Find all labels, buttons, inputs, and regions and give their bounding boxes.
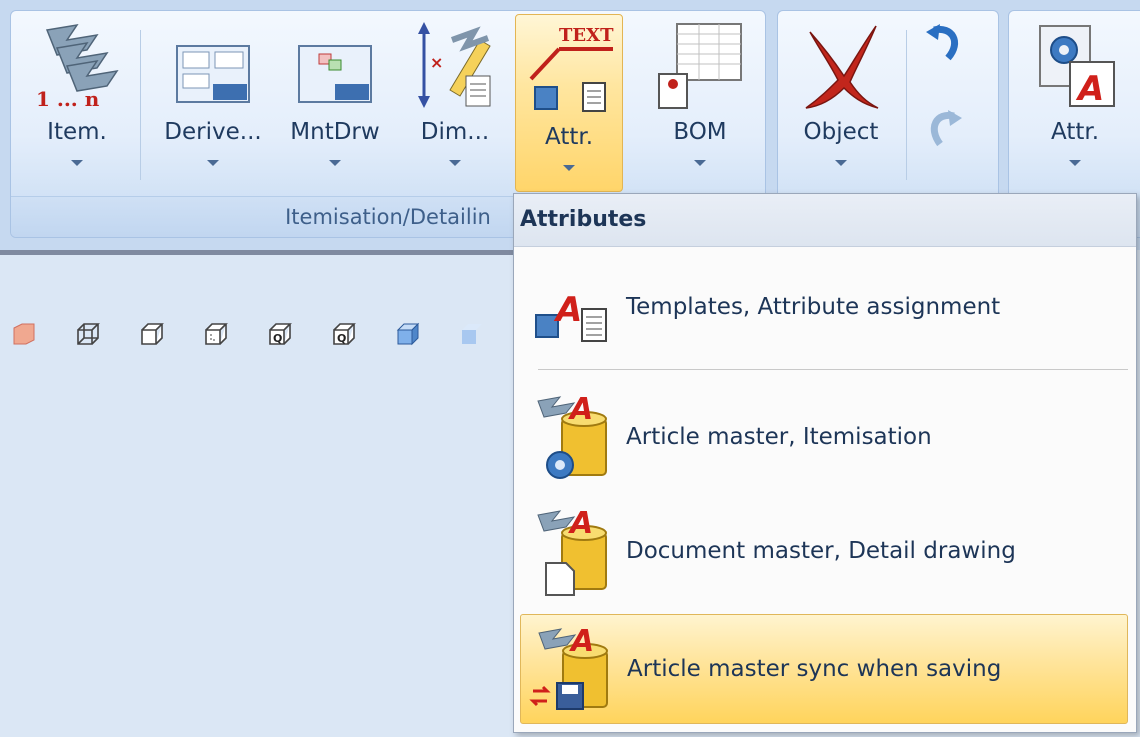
svg-text:A: A: [569, 624, 594, 659]
itemisation-icon: 1 ... n: [32, 10, 122, 110]
menu-item-label: Templates, Attribute assignment: [626, 294, 1001, 320]
item-button-label: Item.: [47, 119, 107, 145]
ribbon-separator: [906, 30, 907, 180]
bom-button-label: BOM: [673, 119, 727, 145]
undo-icon: [926, 24, 958, 61]
svg-text:1 ... n: 1 ... n: [36, 87, 100, 110]
view-toolbar: Q Q: [10, 320, 486, 348]
redo-button: [922, 108, 966, 152]
svg-text:A: A: [1075, 69, 1104, 109]
mntdrw-button[interactable]: MntDrw: [280, 10, 390, 190]
dim-button[interactable]: × Dim...: [400, 10, 510, 190]
undo-button[interactable]: [922, 22, 966, 66]
chevron-down-icon: [563, 165, 575, 171]
derive-button[interactable]: Derive...: [158, 10, 268, 190]
hidden-line-view-icon[interactable]: [138, 320, 166, 348]
menu-separator: [538, 369, 1128, 370]
dimension-icon: ×: [410, 10, 500, 110]
shaded-edges-view-icon[interactable]: [458, 320, 486, 348]
shaded-view-icon[interactable]: [394, 320, 422, 348]
document-master-icon: A: [520, 503, 626, 599]
menu-item-article-master-sync[interactable]: A Article master sync when saving: [520, 614, 1128, 724]
bill-of-materials-icon: [655, 10, 745, 110]
dashed-hidden-view-icon[interactable]: [202, 320, 230, 348]
wireframe-view-icon[interactable]: [74, 320, 102, 348]
svg-text:A: A: [568, 392, 593, 427]
article-master-sync-icon: A: [521, 621, 627, 717]
derive-drawing-icon: [173, 10, 253, 110]
object-button[interactable]: Object: [785, 10, 897, 190]
svg-text:Q: Q: [273, 332, 282, 345]
redo-icon: [930, 110, 962, 147]
quick-view-icon[interactable]: Q: [266, 320, 294, 348]
menu-title: Attributes: [514, 194, 1136, 247]
delete-x-icon: [796, 10, 886, 110]
chevron-down-icon: [694, 160, 706, 166]
svg-text:A: A: [568, 506, 593, 541]
color-cube-icon[interactable]: [10, 320, 38, 348]
attr-button[interactable]: TEXT Attr.: [515, 14, 623, 192]
menu-item-label: Document master, Detail drawing: [626, 538, 1016, 564]
chevron-down-icon: [329, 160, 341, 166]
article-master-itemisation-icon: A: [520, 389, 626, 485]
derive-button-label: Derive...: [164, 119, 262, 145]
quick-hidden-view-icon[interactable]: Q: [330, 320, 358, 348]
svg-text:×: ×: [430, 53, 443, 72]
chevron-down-icon: [71, 160, 83, 166]
ribbon-separator: [140, 30, 141, 180]
chevron-down-icon: [1069, 160, 1081, 166]
svg-text:TEXT: TEXT: [559, 25, 614, 46]
menu-item-templates-attribute-assignment[interactable]: A Templates, Attribute assignment: [520, 252, 1128, 362]
menu-item-article-master-itemisation[interactable]: A Article master, Itemisation: [520, 382, 1128, 492]
attributes-dropdown-menu: Attributes A Templates, Attribute assign…: [513, 193, 1137, 733]
chevron-down-icon: [207, 160, 219, 166]
menu-item-document-master-detail-drawing[interactable]: A Document master, Detail drawing: [520, 496, 1128, 606]
bom-button[interactable]: BOM: [640, 10, 760, 190]
menu-item-label: Article master sync when saving: [627, 656, 1002, 682]
attribute-settings-icon: A: [1030, 10, 1120, 110]
mntdrw-button-label: MntDrw: [290, 119, 380, 145]
attr-settings-button-label: Attr.: [1050, 119, 1100, 145]
attr-settings-button[interactable]: A Attr.: [1018, 10, 1132, 190]
attr-button-label: Attr.: [544, 124, 594, 150]
svg-text:A: A: [553, 290, 582, 330]
menu-item-label: Article master, Itemisation: [626, 424, 932, 450]
ribbon-bottom-border: [0, 250, 515, 255]
chevron-down-icon: [449, 160, 461, 166]
attribute-text-icon: TEXT: [523, 15, 615, 115]
item-button[interactable]: 1 ... n Item.: [22, 10, 132, 190]
chevron-down-icon: [835, 160, 847, 166]
templates-attribute-icon: A: [520, 259, 626, 355]
dim-button-label: Dim...: [420, 119, 490, 145]
object-button-label: Object: [803, 119, 879, 145]
mounting-drawing-icon: [295, 10, 375, 110]
svg-text:Q: Q: [337, 332, 346, 345]
